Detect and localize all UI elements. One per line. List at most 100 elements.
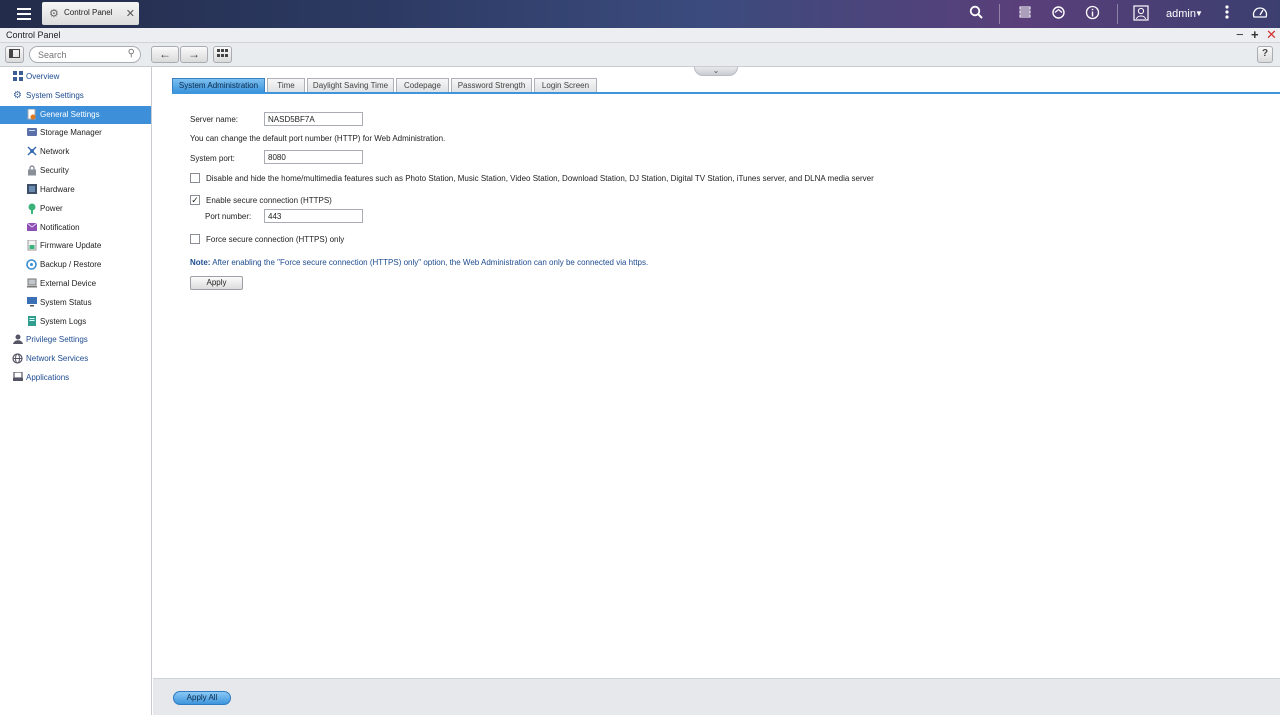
- user-name[interactable]: admin: [1166, 8, 1196, 20]
- sidebar-item-system-status[interactable]: System Status: [0, 294, 151, 312]
- sidebar-item-privilege-settings[interactable]: Privilege Settings: [0, 331, 151, 349]
- app-tab-control-panel[interactable]: ⚙ Control Panel ✕: [42, 2, 139, 25]
- note-text: After enabling the "Force secure connect…: [212, 258, 649, 267]
- app-grid-button[interactable]: [213, 46, 232, 63]
- sidebar-item-system-settings[interactable]: ⚙ System Settings: [0, 87, 151, 105]
- window-title-bar: Control Panel − + ✕: [0, 28, 1280, 43]
- close-window-icon[interactable]: ✕: [1266, 28, 1277, 42]
- more-icon[interactable]: [1217, 5, 1237, 23]
- gear-icon: ⚙: [13, 90, 22, 101]
- info-icon[interactable]: [1082, 5, 1102, 23]
- tab-daylight-saving-time[interactable]: Daylight Saving Time: [307, 78, 394, 92]
- app-tab-label: Control Panel: [64, 8, 113, 17]
- gear-icon: ⚙: [49, 8, 59, 20]
- enable-https-checkbox[interactable]: ✓: [190, 195, 200, 205]
- server-name-label: Server name:: [190, 115, 239, 124]
- disable-multimedia-checkbox[interactable]: [190, 173, 200, 183]
- separator: [1117, 4, 1118, 24]
- sidebar-item-label: General Settings: [40, 110, 100, 119]
- search-input[interactable]: [38, 49, 126, 61]
- chevron-down-icon: ⌄: [712, 66, 720, 75]
- tab-login-screen[interactable]: Login Screen: [534, 78, 597, 92]
- top-bar: ⚙ Control Panel ✕ admin ▼: [0, 0, 1280, 28]
- tab-password-strength[interactable]: Password Strength: [451, 78, 532, 92]
- checkmark-icon: ✓: [191, 195, 199, 205]
- toolbar: ⚲ ← → ?: [0, 43, 1280, 67]
- chevron-down-icon[interactable]: ▼: [1195, 9, 1203, 18]
- settings-file-icon: [26, 108, 37, 120]
- close-icon[interactable]: ✕: [126, 7, 135, 20]
- sidebar-item-notification[interactable]: Notification: [0, 219, 151, 237]
- sidebar-item-label: Firmware Update: [40, 241, 102, 250]
- sidebar-item-label: Notification: [40, 223, 80, 232]
- applications-icon: [12, 371, 23, 383]
- sidebar-item-backup-restore[interactable]: Backup / Restore: [0, 256, 151, 274]
- apply-all-button[interactable]: Apply All: [173, 691, 231, 705]
- main-menu-button[interactable]: [10, 3, 38, 25]
- sidebar-item-general-settings[interactable]: General Settings: [0, 106, 151, 124]
- grid-icon: [12, 71, 23, 82]
- sidebar-item-firmware-update[interactable]: Firmware Update: [0, 237, 151, 255]
- hardware-icon: [26, 184, 37, 195]
- sidebar-item-label: Storage Manager: [40, 128, 102, 137]
- sidebar-item-applications[interactable]: Applications: [0, 369, 151, 387]
- disable-multimedia-label: Disable and hide the home/multimedia fea…: [206, 174, 874, 183]
- minimize-icon[interactable]: −: [1236, 28, 1244, 42]
- apply-button[interactable]: Apply: [190, 276, 243, 290]
- sidebar-item-label: Backup / Restore: [40, 260, 102, 269]
- sidebar-item-label: Power: [40, 204, 63, 213]
- sidebar-item-power[interactable]: Power: [0, 200, 151, 218]
- https-note: Note: After enabling the "Force secure c…: [190, 258, 648, 267]
- logs-icon: [26, 316, 37, 327]
- lock-icon: [26, 165, 37, 176]
- window-title: Control Panel: [6, 30, 61, 40]
- system-port-input[interactable]: [264, 150, 363, 164]
- sidebar-item-label: Privilege Settings: [26, 335, 88, 344]
- help-button[interactable]: ?: [1257, 46, 1273, 63]
- collapse-toggle[interactable]: ⌄: [694, 67, 738, 76]
- sidebar-item-external-device[interactable]: External Device: [0, 275, 151, 293]
- maximize-icon[interactable]: +: [1251, 28, 1259, 42]
- user-icon: [12, 334, 23, 345]
- globe-icon: [12, 353, 23, 364]
- sidebar-toggle-button[interactable]: [5, 46, 24, 63]
- sync-icon[interactable]: [1048, 5, 1068, 23]
- tab-system-administration[interactable]: System Administration: [172, 78, 265, 92]
- stack-icon[interactable]: [1015, 5, 1035, 23]
- sidebar-item-label: System Settings: [26, 91, 84, 100]
- search-icon: ⚲: [127, 48, 135, 59]
- search-icon[interactable]: [966, 5, 986, 23]
- sidebar: Overview ⚙ System Settings General Setti…: [0, 67, 152, 715]
- sidebar-item-security[interactable]: Security: [0, 162, 151, 180]
- user-icon[interactable]: [1131, 5, 1151, 23]
- sidebar-item-overview[interactable]: Overview: [0, 68, 151, 86]
- main-content: ⌄ System Administration Time Daylight Sa…: [153, 67, 1280, 678]
- search-box[interactable]: ⚲: [29, 46, 141, 63]
- sidebar-item-label: Security: [40, 166, 69, 175]
- firmware-icon: [26, 239, 37, 251]
- footer-bar: Apply All: [153, 678, 1280, 715]
- sidebar-item-storage-manager[interactable]: Storage Manager: [0, 124, 151, 142]
- port-number-input[interactable]: [264, 209, 363, 223]
- arrow-left-icon: ←: [159, 47, 171, 61]
- force-https-checkbox[interactable]: [190, 234, 200, 244]
- dashboard-icon[interactable]: [1250, 5, 1270, 23]
- port-number-label: Port number:: [205, 212, 252, 221]
- forward-button[interactable]: →: [180, 46, 208, 63]
- tab-codepage[interactable]: Codepage: [396, 78, 449, 92]
- note-prefix: Note:: [190, 258, 211, 267]
- sidebar-item-network-services[interactable]: Network Services: [0, 350, 151, 368]
- sidebar-item-network[interactable]: Network: [0, 143, 151, 161]
- sidebar-item-label: External Device: [40, 279, 97, 288]
- sidebar-item-label: Network Services: [26, 354, 89, 363]
- port-info-text: You can change the default port number (…: [190, 134, 446, 143]
- sidebar-item-label: Network: [40, 147, 70, 156]
- sidebar-item-label: Overview: [26, 72, 60, 81]
- back-button[interactable]: ←: [151, 46, 179, 63]
- sidebar-item-system-logs[interactable]: System Logs: [0, 313, 151, 331]
- tab-time[interactable]: Time: [267, 78, 305, 92]
- notification-icon: [26, 222, 37, 233]
- enable-https-label: Enable secure connection (HTTPS): [206, 196, 332, 205]
- server-name-input[interactable]: [264, 112, 363, 126]
- sidebar-item-hardware[interactable]: Hardware: [0, 181, 151, 199]
